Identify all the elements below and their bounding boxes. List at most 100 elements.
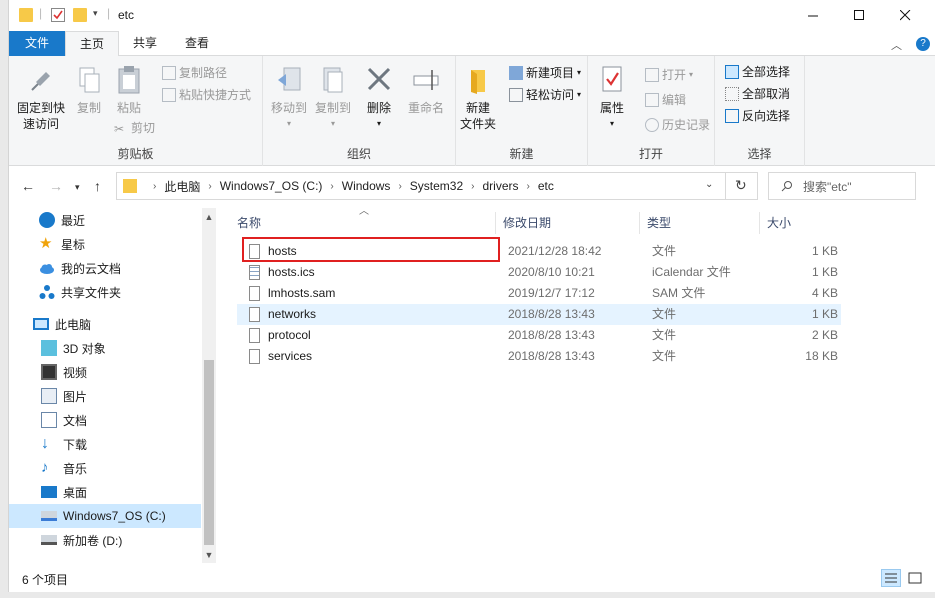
breadcrumb-separator-icon: ›	[330, 180, 334, 192]
invert-selection-button[interactable]: 反向选择	[725, 108, 790, 124]
search-placeholder: 搜索"etc"	[803, 179, 852, 194]
breadcrumb-separator-icon: ›	[526, 180, 530, 192]
paste-button[interactable]: 粘贴	[109, 64, 149, 116]
file-size: 1 KB	[811, 265, 838, 279]
nav-item-desktop[interactable]: 桌面	[9, 480, 201, 504]
details-view-button[interactable]	[881, 569, 901, 587]
edit-label: 编辑	[662, 93, 687, 107]
large-icons-view-button[interactable]	[905, 569, 925, 587]
tab-home[interactable]: 主页	[65, 31, 119, 57]
clipboard-group-label: 剪贴板	[117, 147, 154, 161]
properties-label: 属性	[599, 101, 624, 115]
help-icon[interactable]: ?	[916, 37, 930, 51]
nav-item-3d-objects[interactable]: 3D 对象	[9, 336, 201, 360]
breadcrumb-windows[interactable]: Windows	[342, 179, 391, 193]
back-arrow-icon[interactable]: ←	[21, 178, 35, 194]
new-item-button[interactable]: 新建项目 ▾	[509, 65, 581, 81]
breadcrumb-drivers[interactable]: drivers	[482, 179, 518, 193]
copy-path-icon	[162, 66, 176, 80]
copy-button[interactable]: 复制	[69, 64, 109, 116]
nav-item-label: 共享文件夹	[61, 285, 122, 300]
nav-item-drive-d[interactable]: 新加卷 (D:)	[9, 528, 201, 552]
address-dropdown-chevron-icon[interactable]: ⌄	[705, 179, 713, 190]
customize-quick-access-icon[interactable]: ▾	[93, 8, 98, 19]
address-bar[interactable]: › 此电脑 › Windows7_OS (C:) › Windows › Sys…	[116, 172, 758, 200]
tab-file[interactable]: 文件	[9, 31, 65, 56]
nav-item-label: 星标	[61, 237, 86, 252]
copy-label: 复制	[76, 101, 101, 115]
nav-item-cloud-docs[interactable]: 我的云文档	[9, 256, 201, 280]
scroll-up-chevron-icon[interactable]: ▲	[202, 212, 216, 222]
rename-button[interactable]: 重命名	[401, 64, 451, 116]
breadcrumb-drive-c[interactable]: Windows7_OS (C:)	[220, 179, 323, 193]
nav-item-pictures[interactable]: 图片	[9, 384, 201, 408]
select-all-button[interactable]: 全部选择	[725, 64, 790, 80]
nav-item-music[interactable]: ♪ 音乐	[9, 456, 201, 480]
nav-item-recent[interactable]: 最近	[9, 208, 201, 232]
search-box[interactable]: 搜索"etc"	[768, 172, 916, 200]
file-date: 2021/12/28 18:42	[508, 244, 602, 258]
tab-view[interactable]: 查看	[171, 31, 223, 56]
scrollbar-thumb[interactable]	[204, 360, 214, 545]
delete-label: 删除	[366, 101, 391, 115]
column-header-type[interactable]: 类型	[640, 212, 760, 234]
table-row[interactable]: networks 2018/8/28 13:43 文件 1 KB	[237, 304, 841, 325]
properties-quick-icon[interactable]	[51, 8, 65, 22]
pin-quick-access-button[interactable]: 固定到快 速访问	[13, 64, 69, 132]
file-name: protocol	[268, 328, 311, 342]
nav-item-label: Windows7_OS (C:)	[63, 509, 166, 523]
scissors-icon: ✂	[114, 122, 125, 136]
move-to-button[interactable]: 移动到 ▾	[267, 64, 311, 132]
paste-shortcut-button[interactable]: 粘贴快捷方式	[162, 87, 251, 103]
cut-button[interactable]: ✂ 剪切	[114, 120, 155, 136]
table-row[interactable]: hosts.ics 2020/8/10 10:21 iCalendar 文件 1…	[237, 262, 841, 283]
nav-pane-scrollbar[interactable]: ▲ ▼	[202, 208, 216, 563]
tab-share[interactable]: 共享	[119, 31, 171, 56]
collapse-ribbon-icon[interactable]: ︿	[891, 37, 902, 53]
new-folder-quick-icon[interactable]	[73, 8, 87, 22]
minimize-button[interactable]	[790, 0, 836, 31]
open-icon	[645, 68, 659, 82]
navigation-pane: 最近 ★ 星标 我的云文档 共享文件夹 此电脑 3D 对象 视频 图片 文档 ↓…	[9, 208, 216, 563]
new-folder-button[interactable]: 新建 文件夹	[458, 64, 498, 132]
select-none-button[interactable]: 全部取消	[725, 86, 790, 102]
file-size: 2 KB	[811, 328, 838, 342]
table-row[interactable]: services 2018/8/28 13:43 文件 18 KB	[237, 346, 841, 367]
nav-item-starred[interactable]: ★ 星标	[9, 232, 201, 256]
column-header-size[interactable]: 大小	[760, 212, 840, 234]
edit-button[interactable]: 编辑	[645, 92, 686, 108]
column-header-name[interactable]: 名称	[230, 212, 496, 234]
delete-button[interactable]: 删除 ▾	[361, 64, 397, 132]
nav-item-videos[interactable]: 视频	[9, 360, 201, 384]
nav-item-drive-c[interactable]: Windows7_OS (C:)	[9, 504, 201, 528]
up-arrow-icon[interactable]: ↑	[94, 178, 101, 194]
open-button[interactable]: 打开 ▾	[645, 67, 693, 83]
nav-item-downloads[interactable]: ↓ 下载	[9, 432, 201, 456]
forward-arrow-icon[interactable]: →	[49, 178, 63, 194]
easy-access-button[interactable]: 轻松访问 ▾	[509, 87, 581, 103]
documents-icon	[41, 412, 57, 428]
file-size: 1 KB	[811, 307, 838, 321]
close-button[interactable]	[882, 0, 928, 31]
history-button[interactable]: 历史记录	[645, 117, 710, 133]
file-type: iCalendar 文件	[652, 265, 731, 279]
copy-to-button[interactable]: 复制到 ▾	[311, 64, 355, 132]
nav-item-documents[interactable]: 文档	[9, 408, 201, 432]
maximize-button[interactable]	[836, 0, 882, 31]
nav-item-this-pc[interactable]: 此电脑	[9, 312, 201, 336]
file-name: networks	[268, 307, 317, 321]
copy-path-button[interactable]: 复制路径	[162, 65, 227, 81]
breadcrumb-this-pc[interactable]: 此电脑	[164, 178, 200, 195]
scroll-down-chevron-icon[interactable]: ▼	[202, 550, 216, 560]
pictures-icon	[41, 388, 57, 404]
recent-locations-chevron-icon[interactable]: ▾	[75, 182, 80, 193]
breadcrumb-system32[interactable]: System32	[410, 179, 463, 193]
drive-d-icon	[41, 535, 57, 545]
breadcrumb-etc[interactable]: etc	[538, 179, 554, 193]
table-row[interactable]: protocol 2018/8/28 13:43 文件 2 KB	[237, 325, 841, 346]
refresh-icon[interactable]: ↻	[735, 177, 747, 194]
column-header-date[interactable]: 修改日期	[496, 212, 640, 234]
table-row[interactable]: lmhosts.sam 2019/12/7 17:12 SAM 文件 4 KB	[237, 283, 841, 304]
properties-button[interactable]: 属性 ▾	[594, 64, 630, 132]
nav-item-shared-folder[interactable]: 共享文件夹	[9, 280, 201, 304]
